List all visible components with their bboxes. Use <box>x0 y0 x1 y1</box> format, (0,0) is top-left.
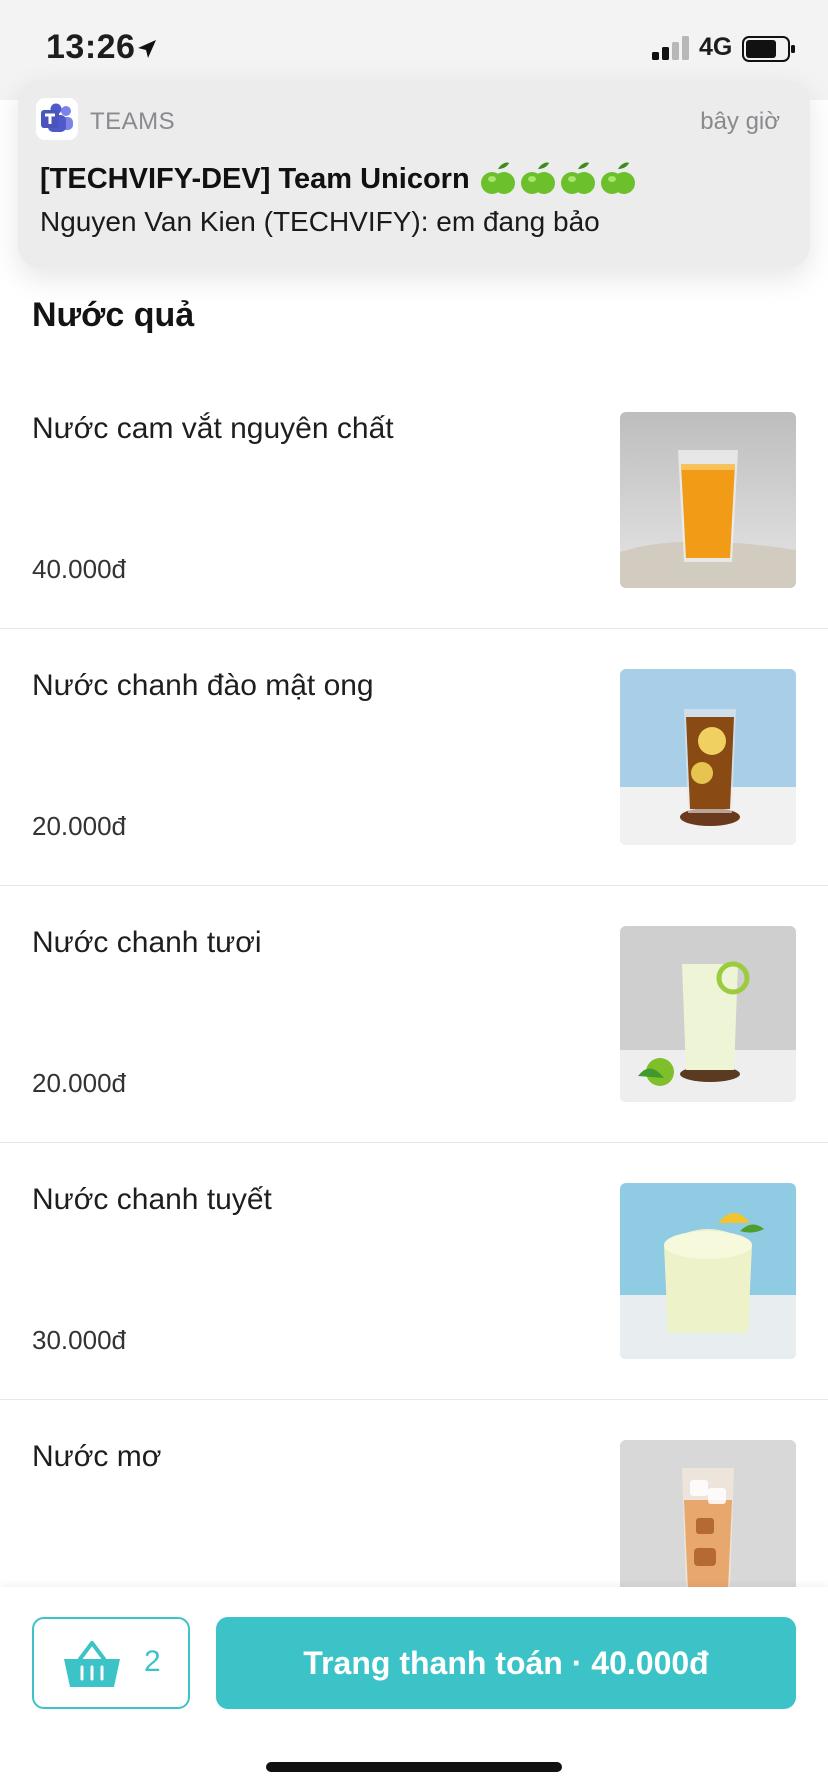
location-arrow-icon <box>136 38 158 65</box>
notification-body: Nguyen Van Kien (TECHVIFY): em đang bảo <box>40 206 600 237</box>
basket-icon <box>62 1639 122 1696</box>
product-name: Nước mơ <box>32 1440 162 1473</box>
green-apple-icon <box>520 160 556 198</box>
product-item-peach-lemon-honey[interactable]: Nước chanh đào mật ong 20.000đ <box>0 629 828 886</box>
product-price: 30.000đ <box>32 1325 126 1355</box>
network-type: 4G <box>699 33 733 61</box>
green-apple-icon <box>600 160 636 198</box>
product-name: Nước chanh tuyết <box>32 1183 272 1216</box>
status-time: 13:26 <box>46 28 136 66</box>
signal-icon <box>652 36 690 67</box>
product-name: Nước cam vắt nguyên chất <box>32 412 394 445</box>
home-indicator[interactable] <box>266 1762 562 1772</box>
peach-lemon-honey-image[interactable] <box>620 669 796 845</box>
teams-notification[interactable]: TEAMS bây giờ [TECHVIFY-DEV] Team Unicor… <box>18 80 810 268</box>
product-item-lemon-slush[interactable]: Nước chanh tuyết 30.000đ <box>0 1143 828 1400</box>
notification-app-name: TEAMS <box>90 108 176 135</box>
lemon-slush-image[interactable] <box>620 1183 796 1359</box>
product-item-apricot-drink[interactable]: Nước mơ <box>0 1400 828 1587</box>
notification-title: [TECHVIFY-DEV] Team Unicorn <box>40 160 636 198</box>
orange-juice-image[interactable] <box>620 412 796 588</box>
product-item-orange-juice[interactable]: Nước cam vắt nguyên chất 40.000đ <box>0 372 828 629</box>
apple-emoji-group <box>480 160 636 198</box>
product-price: 20.000đ <box>32 811 126 841</box>
product-name: Nước chanh tươi <box>32 926 262 959</box>
teams-icon <box>36 98 78 140</box>
fresh-lemonade-image[interactable] <box>620 926 796 1102</box>
green-apple-icon <box>480 160 516 198</box>
checkout-button[interactable]: Trang thanh toán · 40.000đ <box>216 1617 796 1709</box>
cart-count: 2 <box>144 1645 161 1678</box>
apricot-drink-image[interactable] <box>620 1440 796 1587</box>
notification-title-text: [TECHVIFY-DEV] Team Unicorn <box>40 162 470 195</box>
product-price: 40.000đ <box>32 554 126 584</box>
product-name: Nước chanh đào mật ong <box>32 669 374 702</box>
green-apple-icon <box>560 160 596 198</box>
section-title: Nước quả <box>32 296 195 334</box>
product-list[interactable]: Nước cam vắt nguyên chất 40.000đ Nước ch… <box>0 372 828 1587</box>
cart-button[interactable]: 2 <box>32 1617 190 1709</box>
product-price: 20.000đ <box>32 1068 126 1098</box>
battery-icon <box>742 36 796 67</box>
product-item-fresh-lemonade[interactable]: Nước chanh tươi 20.000đ <box>0 886 828 1143</box>
notification-time: bây giờ <box>700 108 780 135</box>
